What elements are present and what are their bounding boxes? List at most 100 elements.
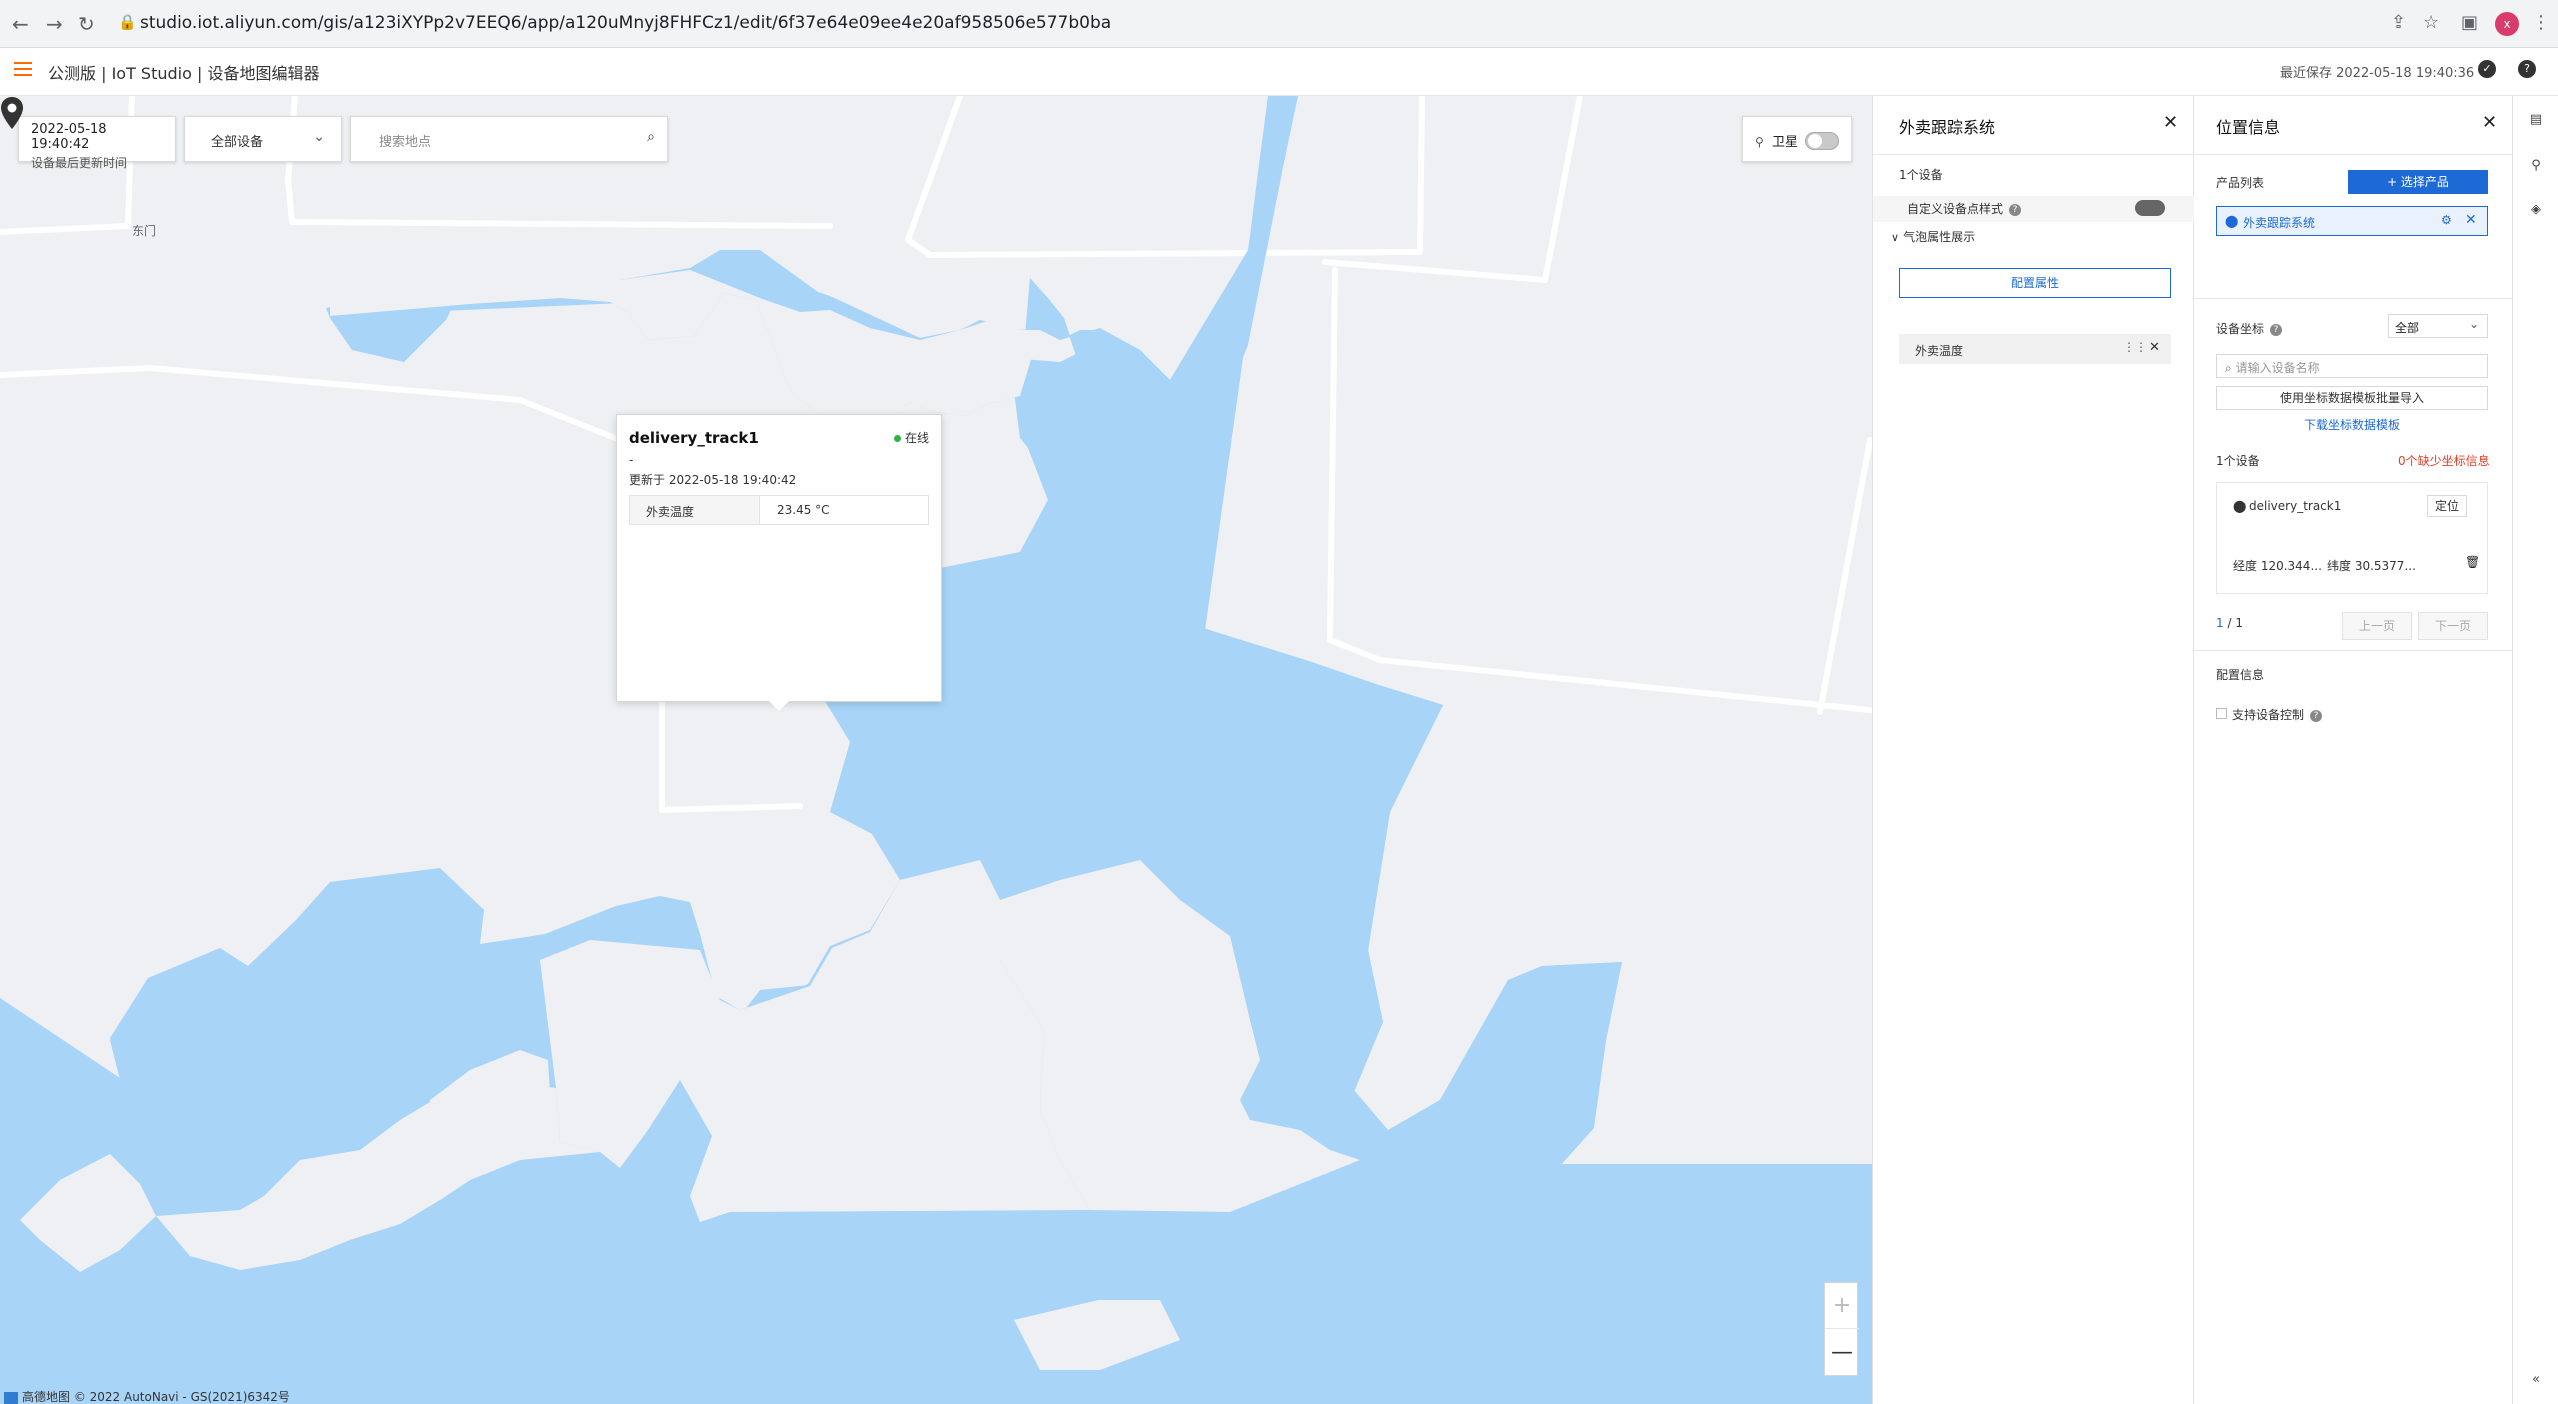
popup-device-name: delivery_track1 — [629, 429, 759, 447]
device-control-label: 支持设备控制? — [2232, 706, 2323, 723]
profile-avatar[interactable]: x — [2495, 12, 2519, 36]
config-attributes-button[interactable]: 配置属性 — [1899, 268, 2171, 298]
settings-gear-icon[interactable]: ⚙ — [2441, 213, 2452, 227]
last-saved-text: 最近保存 2022-05-18 19:40:36 — [2280, 66, 2475, 81]
config-info-label: 配置信息 — [2216, 668, 2265, 682]
status-badge: 在线 — [894, 429, 929, 446]
stack-layers-icon[interactable]: ◈ — [2528, 202, 2544, 218]
address-bar[interactable]: studio.iot.aliyun.com/gis/a123iXYPp2v7EE… — [140, 13, 1111, 33]
select-product-button[interactable]: + 选择产品 — [2348, 170, 2488, 194]
selected-product-name: 外卖跟踪系统 — [2243, 216, 2316, 230]
location-info-panel: 位置信息 ✕ 产品列表 + 选择产品 ⬤ 外卖跟踪系统 ⚙ ✕ 设备坐标? 全部… — [2194, 96, 2512, 1404]
satellite-icon: ⚲ — [1755, 135, 1764, 149]
popup-property-table: 外卖温度 23.45 °C — [629, 495, 929, 525]
side-rail: ▤ ⚲ ◈ « — [2512, 96, 2558, 1404]
close-icon[interactable]: ✕ — [2482, 112, 2497, 133]
zoom-out-button[interactable]: — — [1825, 1330, 1859, 1376]
back-icon[interactable]: ← — [12, 12, 29, 36]
place-search-placeholder: 搜索地点 — [379, 135, 432, 150]
location-person-icon[interactable]: ⚲ — [2528, 158, 2544, 174]
lock-icon: 🔒 — [118, 13, 137, 31]
prev-page-button[interactable]: 上一页 — [2342, 612, 2412, 640]
help-icon[interactable]: ? — [2009, 203, 2022, 216]
page-current: 1 — [2216, 616, 2224, 630]
last-update-caption: 设备最后更新时间 — [31, 156, 128, 170]
map-tiles — [0, 96, 1872, 1404]
page-total: / 1 — [2223, 616, 2243, 630]
remove-icon[interactable]: ✕ — [2149, 340, 2160, 355]
property-value: 23.45 °C — [777, 503, 830, 517]
chevron-down-icon: ∨ — [1891, 231, 1900, 244]
property-key: 外卖温度 — [630, 496, 760, 524]
sidebar-toggle-icon[interactable]: ▣ — [2461, 12, 2478, 33]
missing-coords-count: 0个缺少坐标信息 — [2398, 454, 2490, 468]
custom-style-label: 自定义设备点样式? — [1907, 200, 2022, 217]
next-page-button[interactable]: 下一页 — [2418, 612, 2488, 640]
location-pin-icon: ⬤ — [2233, 499, 2247, 513]
latitude-value: 纬度 30.5377... — [2327, 559, 2416, 573]
location-pin-icon: ⬤ — [2225, 214, 2239, 228]
hamburger-menu-icon[interactable] — [14, 62, 32, 78]
bubble-section-toggle[interactable]: ∨ 气泡属性展示 — [1891, 228, 1975, 245]
map-place-label: 东门 — [132, 224, 157, 238]
locate-button[interactable]: 定位 — [2427, 495, 2467, 517]
device-control-checkbox[interactable] — [2216, 708, 2227, 719]
device-name-search-input[interactable]: ⌕ 请输入设备名称 — [2216, 354, 2488, 378]
layers-list-icon[interactable]: ▤ — [2528, 112, 2544, 128]
publish-check-icon[interactable]: ✓ — [2478, 60, 2496, 78]
browser-toolbar: ← → ↻ 🔒 studio.iot.aliyun.com/gis/a123iX… — [0, 0, 2558, 48]
popup-description: - — [629, 453, 634, 467]
device-coords-label: 设备坐标? — [2216, 320, 2283, 337]
app-header: 公测版 | IoT Studio | 设备地图编辑器 最近保存 2022-05-… — [0, 48, 2558, 96]
attribute-item-label: 外卖温度 — [1915, 344, 1964, 358]
chevron-down-icon: ⌄ — [313, 129, 325, 145]
chevron-down-icon: ⌄ — [2469, 317, 2480, 331]
map-marker-icon[interactable] — [0, 96, 24, 130]
attribute-item[interactable]: 外卖温度 ⋮⋮ ✕ — [1899, 334, 2171, 364]
zoom-in-button[interactable]: + — [1825, 1283, 1859, 1329]
device-filter-value: 全部设备 — [211, 135, 264, 150]
delete-trash-icon[interactable]: 🗑 — [2465, 555, 2480, 569]
batch-import-button[interactable]: 使用坐标数据模板批量导入 — [2216, 386, 2488, 410]
satellite-toggle-box: ⚲ 卫星 — [1742, 116, 1852, 162]
help-icon[interactable]: ? — [2518, 60, 2536, 78]
search-icon: ⌕ — [2225, 361, 2232, 375]
share-icon[interactable]: ⇪ — [2391, 12, 2406, 33]
popup-updated-time: 更新于 2022-05-18 19:40:42 — [629, 473, 797, 487]
amap-logo-icon — [4, 1391, 18, 1404]
device-coords-card: ⬤ delivery_track1 定位 经度 120.344... 纬度 30… — [2216, 482, 2488, 594]
product-style-panel: 外卖跟踪系统 ✕ 1个设备 自定义设备点样式? ∨ 气泡属性展示 配置属性 外卖温… — [1872, 96, 2195, 1404]
coords-filter-value: 全部 — [2395, 321, 2420, 335]
product-device-count: 1个设备 — [1899, 168, 1943, 182]
product-list-label: 产品列表 — [2216, 176, 2265, 190]
device-filter-select[interactable]: 全部设备 ⌄ — [184, 116, 342, 162]
drag-handle-icon[interactable]: ⋮⋮ — [2123, 340, 2147, 354]
close-icon[interactable]: ✕ — [2163, 112, 2178, 133]
pagination-info: 1 / 1 — [2216, 616, 2243, 630]
reload-icon[interactable]: ↻ — [78, 12, 95, 36]
coords-filter-select[interactable]: 全部 ⌄ — [2388, 314, 2488, 338]
place-search-input[interactable]: 搜索地点 ⌕ — [350, 116, 668, 162]
satellite-label: 卫星 — [1771, 135, 1798, 150]
map-canvas[interactable]: 2022-05-18 19:40:42 设备最后更新时间 全部设备 ⌄ 搜索地点… — [0, 96, 1872, 1404]
zoom-control: + — — [1824, 1282, 1859, 1376]
more-menu-icon[interactable]: ⋮ — [2532, 12, 2550, 33]
help-icon[interactable]: ? — [2310, 709, 2323, 722]
bookmark-star-icon[interactable]: ☆ — [2423, 12, 2439, 33]
selected-product-chip[interactable]: ⬤ 外卖跟踪系统 ⚙ ✕ — [2216, 206, 2488, 236]
download-template-link[interactable]: 下载坐标数据模板 — [2304, 416, 2400, 433]
location-panel-title: 位置信息 — [2216, 118, 2281, 137]
last-update-time-box: 2022-05-18 19:40:42 设备最后更新时间 — [18, 116, 176, 170]
map-copyright: 高德地图 © 2022 AutoNavi - GS(2021)6342号 — [4, 1388, 290, 1404]
forward-icon[interactable]: → — [46, 12, 63, 36]
remove-product-icon[interactable]: ✕ — [2465, 212, 2477, 228]
app-title: 公测版 | IoT Studio | 设备地图编辑器 — [48, 64, 320, 83]
device-name: delivery_track1 — [2249, 499, 2342, 513]
help-icon[interactable]: ? — [2270, 323, 2283, 336]
custom-style-switch[interactable] — [2135, 200, 2165, 216]
copyright-text: 高德地图 © 2022 AutoNavi - GS(2021)6342号 — [22, 1390, 290, 1404]
satellite-switch[interactable] — [1805, 132, 1839, 150]
longitude-value: 经度 120.344... — [2233, 559, 2322, 573]
search-icon[interactable]: ⌕ — [647, 129, 655, 145]
collapse-double-chevron-icon[interactable]: « — [2528, 1372, 2544, 1388]
